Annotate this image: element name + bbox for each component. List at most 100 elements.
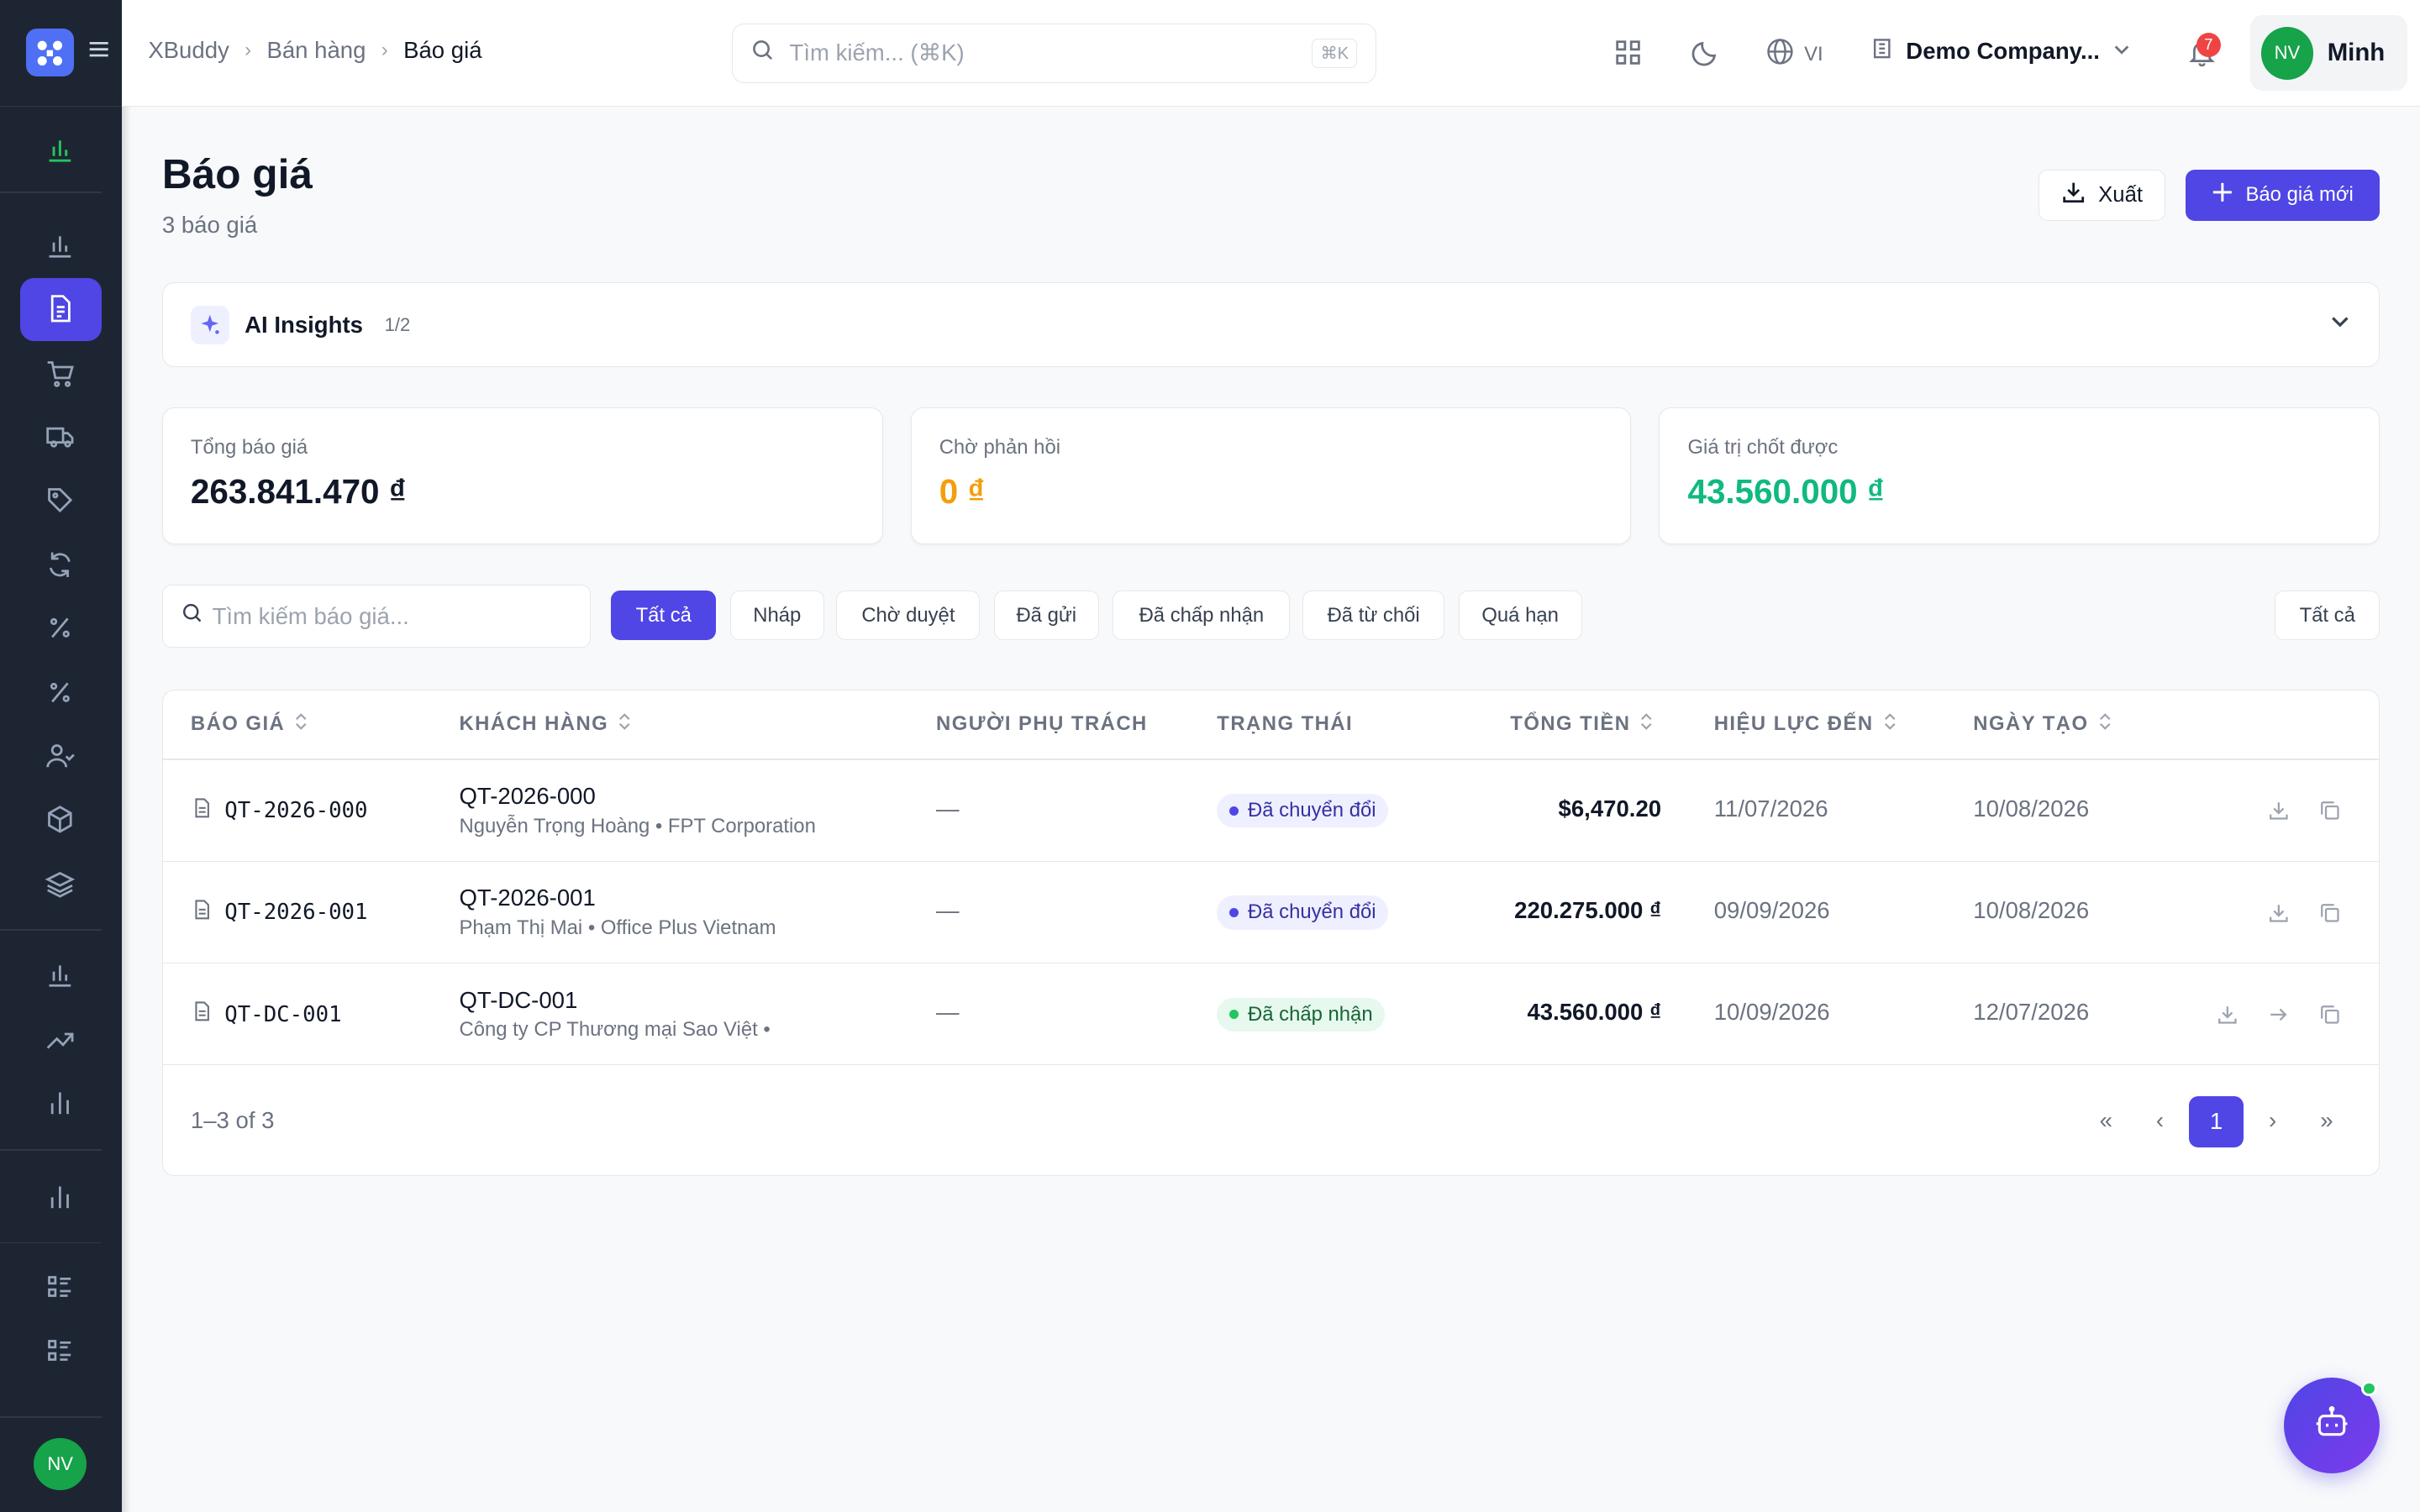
page-button-current[interactable]: 1 bbox=[2189, 1096, 2244, 1147]
report-icon[interactable] bbox=[42, 1179, 79, 1215]
page-title: Báo giá bbox=[161, 150, 313, 198]
breadcrumb-item-sales[interactable]: Bán hàng bbox=[266, 37, 366, 64]
quote-search-input[interactable]: Tìm kiếm báo giá... bbox=[161, 585, 592, 648]
copy-icon[interactable] bbox=[2316, 899, 2344, 927]
stat-card-pending: Chờ phản hồi 0 ₫ bbox=[910, 407, 1632, 545]
list-icon[interactable] bbox=[42, 1270, 79, 1307]
stat-card-total: Tổng báo giá 263.841.470 ₫ bbox=[161, 407, 883, 545]
quote-code-cell[interactable]: QT-2026-000 bbox=[191, 797, 368, 825]
apps-grid-icon[interactable] bbox=[1612, 35, 1645, 69]
chart-icon[interactable] bbox=[42, 957, 79, 994]
filter-owner-select[interactable]: Tất cả bbox=[2275, 591, 2381, 641]
export-button[interactable]: Xuất bbox=[2039, 170, 2165, 221]
ai-insights-count: 1/2 bbox=[384, 313, 411, 335]
filter-chip-sent[interactable]: Đã gửi bbox=[993, 591, 1099, 641]
sort-icon bbox=[294, 712, 308, 737]
moon-icon[interactable] bbox=[1688, 35, 1722, 69]
quote-code: QT-2026-001 bbox=[224, 900, 368, 926]
menu-toggle-icon[interactable] bbox=[87, 37, 111, 68]
column-header-quote[interactable]: BÁO GIÁ bbox=[191, 712, 308, 737]
percent-icon[interactable] bbox=[42, 609, 79, 646]
filter-chip-rejected[interactable]: Đã từ chối bbox=[1302, 591, 1445, 641]
download-icon[interactable] bbox=[2214, 1000, 2242, 1028]
quotes-table: BÁO GIÁ KHÁCH HÀNG NGƯỜI PHỤ TRÁCH TRẠNG… bbox=[161, 690, 2381, 1176]
cart-icon[interactable] bbox=[42, 354, 79, 391]
user-name: Minh bbox=[2327, 39, 2386, 67]
chevron-right-icon: › bbox=[245, 39, 252, 62]
table-row[interactable]: QT-DC-001 QT-DC-001 Công ty CP Thương mạ… bbox=[162, 963, 2380, 1066]
download-icon[interactable] bbox=[2265, 797, 2292, 825]
filter-chip-accepted[interactable]: Đã chấp nhận bbox=[1113, 591, 1291, 641]
filter-chip-draft[interactable]: Nháp bbox=[729, 591, 824, 641]
arrow-right-icon[interactable] bbox=[2265, 1000, 2292, 1028]
quote-title[interactable]: QT-2026-000 bbox=[459, 783, 595, 810]
search-icon bbox=[182, 602, 203, 630]
copy-icon[interactable] bbox=[2316, 797, 2344, 825]
trending-icon[interactable] bbox=[42, 1021, 79, 1058]
download-icon[interactable] bbox=[2265, 899, 2292, 927]
document-icon bbox=[191, 899, 213, 927]
column-header-total[interactable]: TỔNG TIỀN bbox=[1510, 712, 1654, 737]
language-label: VI bbox=[1804, 43, 1823, 66]
customer-cell: QT-2026-000 Nguyễn Trọng Hoàng • FPT Cor… bbox=[459, 783, 815, 838]
next-page-icon[interactable]: › bbox=[2249, 1096, 2296, 1146]
quote-code-cell[interactable]: QT-DC-001 bbox=[191, 1000, 342, 1028]
dashboard-icon[interactable] bbox=[42, 131, 79, 168]
table-row[interactable]: QT-2026-000 QT-2026-000 Nguyễn Trọng Hoà… bbox=[162, 760, 2380, 862]
column-header-customer[interactable]: KHÁCH HÀNG bbox=[459, 712, 631, 737]
tag-icon[interactable] bbox=[42, 481, 79, 518]
user-menu[interactable]: NV Minh bbox=[2249, 15, 2408, 92]
valid-until-cell: 09/09/2026 bbox=[1713, 897, 1830, 924]
customer-name: Nguyễn Trọng Hoàng • FPT Corporation bbox=[459, 814, 816, 837]
quotes-icon[interactable] bbox=[42, 290, 79, 327]
owner-cell: — bbox=[936, 795, 960, 822]
list-icon[interactable] bbox=[42, 1333, 79, 1370]
online-indicator bbox=[2361, 1380, 2377, 1397]
bar-chart-icon[interactable] bbox=[42, 1084, 79, 1121]
users-icon[interactable] bbox=[42, 738, 79, 774]
copy-icon[interactable] bbox=[2316, 1000, 2344, 1028]
chevron-right-icon: › bbox=[381, 39, 388, 62]
building-icon bbox=[1870, 37, 1894, 66]
plus-icon bbox=[2212, 181, 2233, 209]
chevron-down-icon[interactable] bbox=[2329, 311, 2351, 339]
filter-chip-pending[interactable]: Chờ duyệt bbox=[836, 591, 981, 641]
amount-cell: 43.560.000 ₫ bbox=[1527, 999, 1662, 1026]
global-search-input[interactable]: Tìm kiếm... (⌘K) ⌘K bbox=[731, 23, 1377, 84]
breadcrumb-item-home[interactable]: XBuddy bbox=[148, 37, 229, 64]
ai-insights-panel[interactable]: AI Insights 1/2 bbox=[161, 282, 2381, 368]
quote-code-cell[interactable]: QT-2026-001 bbox=[191, 899, 368, 927]
avatar: NV bbox=[2260, 27, 2314, 80]
status-badge: Đã chuyển đổi bbox=[1217, 794, 1389, 828]
last-page-icon[interactable]: » bbox=[2303, 1096, 2349, 1146]
sort-icon bbox=[2098, 712, 2112, 737]
column-header-valid-until[interactable]: HIỆU LỰC ĐẾN bbox=[1714, 712, 1897, 737]
column-header-created[interactable]: NGÀY TẠO bbox=[1973, 712, 2112, 737]
app-logo[interactable] bbox=[26, 29, 75, 77]
sidebar-header bbox=[0, 0, 123, 107]
customer-cell: QT-2026-001 Phạm Thị Mai • Office Plus V… bbox=[459, 885, 776, 940]
filter-chip-overdue[interactable]: Quá hạn bbox=[1458, 591, 1582, 641]
first-page-icon[interactable]: « bbox=[2083, 1096, 2129, 1146]
download-icon bbox=[2061, 180, 2086, 210]
robot-icon bbox=[2313, 1404, 2350, 1447]
quote-title[interactable]: QT-DC-001 bbox=[459, 987, 577, 1014]
document-icon bbox=[191, 797, 213, 825]
prev-page-icon[interactable]: ‹ bbox=[2137, 1096, 2183, 1146]
analytics-icon[interactable] bbox=[42, 227, 79, 264]
quote-title[interactable]: QT-2026-001 bbox=[459, 885, 595, 911]
truck-icon[interactable] bbox=[42, 418, 79, 455]
box-icon[interactable] bbox=[42, 801, 79, 837]
layers-icon[interactable] bbox=[42, 865, 79, 902]
quote-search-placeholder: Tìm kiếm báo giá... bbox=[212, 602, 409, 629]
amount-cell: $6,470.20 bbox=[1558, 795, 1662, 822]
percent-icon[interactable] bbox=[42, 675, 79, 711]
table-row[interactable]: QT-2026-001 QT-2026-001 Phạm Thị Mai • O… bbox=[162, 862, 2380, 964]
refresh-icon[interactable] bbox=[42, 546, 79, 583]
new-quote-button[interactable]: Báo giá mới bbox=[2185, 170, 2381, 221]
company-switcher[interactable]: Demo Company... bbox=[1870, 37, 2131, 66]
sidebar-avatar[interactable]: NV bbox=[34, 1437, 87, 1491]
export-label: Xuất bbox=[2098, 182, 2144, 207]
filter-chip-all[interactable]: Tất cả bbox=[611, 591, 717, 641]
language-switcher[interactable]: VI bbox=[1765, 37, 1823, 72]
